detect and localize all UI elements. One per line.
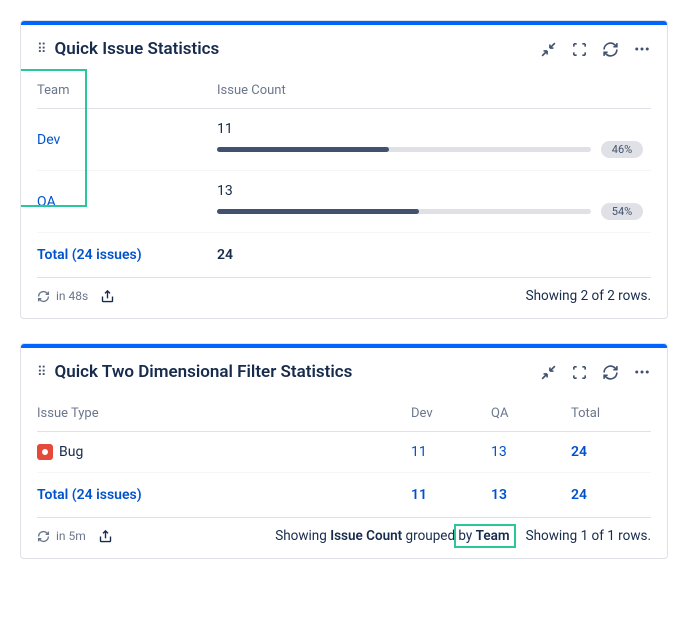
- total-qa[interactable]: 13: [491, 487, 507, 503]
- card-header: ⠿ Quick Issue Statistics: [21, 25, 667, 69]
- card-actions: [540, 40, 651, 58]
- refresh-small-icon[interactable]: [37, 530, 50, 543]
- two-dim-table: Issue Type Dev QA Total Bug 11 13: [37, 396, 651, 518]
- refresh-countdown: in 5m: [56, 529, 86, 543]
- footer-row-count: Showing 1 of 1 rows.: [526, 528, 651, 544]
- more-icon[interactable]: [633, 363, 651, 381]
- col-header-qa: QA: [491, 396, 571, 432]
- col-header-issue-type: Issue Type: [37, 396, 411, 432]
- issue-stats-table: Team Issue Count Dev 11 46% QA 13 54% Total (2…: [37, 73, 651, 278]
- total-row: Total (24 issues) 24: [37, 233, 651, 278]
- table-row: Bug 11 13 24: [37, 432, 651, 473]
- refresh-icon[interactable]: [602, 41, 619, 58]
- bar-fill: [217, 147, 389, 152]
- refresh-countdown: in 48s: [56, 289, 88, 303]
- total-label: Total (24 issues): [37, 247, 142, 263]
- total-total[interactable]: 24: [571, 487, 587, 503]
- cell-qa[interactable]: 13: [491, 444, 507, 460]
- total-label: Total (24 issues): [37, 487, 142, 503]
- quick-issue-statistics-card: ⠿ Quick Issue Statistics Team Issue Coun…: [20, 20, 668, 319]
- total-value: 24: [217, 247, 233, 263]
- bar-track: [217, 209, 591, 214]
- footer-row-count: Showing 2 of 2 rows.: [526, 288, 651, 304]
- minimize-icon[interactable]: [540, 41, 557, 58]
- bar-value: 13: [217, 183, 643, 199]
- bug-icon: [37, 444, 53, 460]
- col-header-dev: Dev: [411, 396, 491, 432]
- share-icon[interactable]: [100, 289, 115, 304]
- table-row: QA 13 54%: [37, 171, 651, 233]
- card-header: ⠿ Quick Two Dimensional Filter Statistic…: [21, 348, 667, 392]
- share-icon[interactable]: [98, 529, 113, 544]
- team-link[interactable]: QA: [37, 194, 56, 210]
- refresh-small-icon[interactable]: [37, 290, 50, 303]
- col-header-total: Total: [571, 396, 651, 432]
- quick-2d-filter-card: ⠿ Quick Two Dimensional Filter Statistic…: [20, 343, 668, 559]
- minimize-icon[interactable]: [540, 364, 557, 381]
- bar-value: 11: [217, 121, 643, 137]
- percent-badge: 54%: [601, 203, 643, 220]
- total-row: Total (24 issues) 11 13 24: [37, 473, 651, 518]
- drag-handle-icon[interactable]: ⠿: [37, 366, 45, 379]
- card-title: Quick Two Dimensional Filter Statistics: [55, 362, 540, 382]
- total-dev[interactable]: 11: [411, 487, 427, 503]
- footer-grouping-text: Showing Issue Count grouped by Team: [275, 528, 509, 544]
- card-body: Team Issue Count Dev 11 46% QA 13 54% Total (2…: [21, 69, 667, 278]
- cell-dev[interactable]: 11: [411, 444, 427, 460]
- card-body: Issue Type Dev QA Total Bug 11 13: [21, 392, 667, 518]
- more-icon[interactable]: [633, 40, 651, 58]
- drag-handle-icon[interactable]: ⠿: [37, 43, 45, 56]
- table-row: Dev 11 46%: [37, 109, 651, 171]
- cell-total[interactable]: 24: [571, 444, 587, 460]
- col-header-team: Team: [37, 73, 217, 109]
- card-title: Quick Issue Statistics: [55, 39, 540, 59]
- expand-icon[interactable]: [571, 364, 588, 381]
- percent-badge: 46%: [601, 141, 643, 158]
- card-footer: in 5m Showing Issue Count grouped by Tea…: [21, 518, 667, 558]
- card-actions: [540, 363, 651, 381]
- issue-type-label: Bug: [59, 444, 83, 460]
- expand-icon[interactable]: [571, 41, 588, 58]
- refresh-icon[interactable]: [602, 364, 619, 381]
- bar-track: [217, 147, 591, 152]
- card-footer: in 48s Showing 2 of 2 rows.: [21, 278, 667, 318]
- col-header-count: Issue Count: [217, 73, 651, 109]
- bar-fill: [217, 209, 419, 214]
- team-link[interactable]: Dev: [37, 132, 60, 148]
